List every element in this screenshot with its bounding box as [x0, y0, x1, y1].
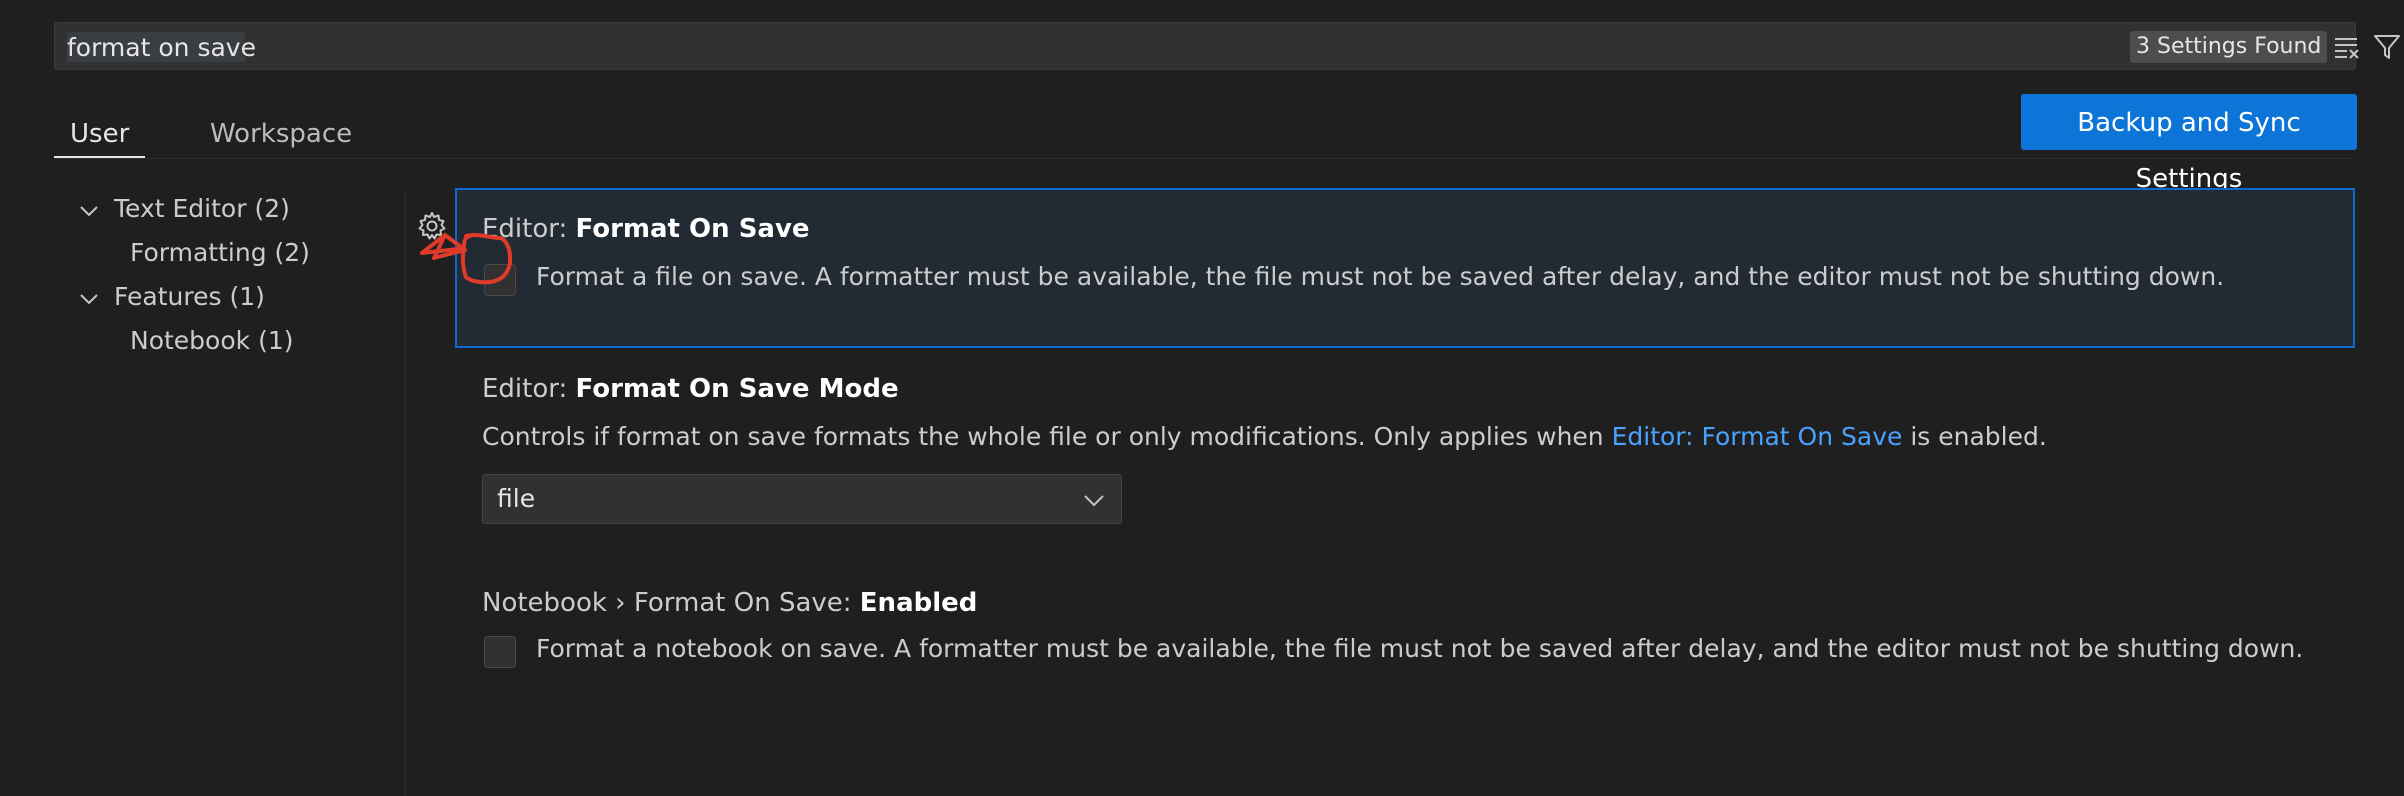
tab-user[interactable]: User — [54, 112, 146, 158]
chevron-down-icon[interactable] — [78, 200, 100, 222]
setting-name: Enabled — [859, 588, 978, 618]
description-text: Controls if format on save formats the w… — [482, 422, 1612, 451]
clear-filter-icon[interactable] — [2333, 33, 2361, 61]
settings-found-badge: 3 Settings Found — [2130, 31, 2328, 63]
toc-divider — [405, 188, 406, 796]
chevron-down-icon[interactable] — [78, 288, 100, 310]
backup-and-sync-button[interactable]: Backup and Sync Settings — [2021, 94, 2357, 194]
setting-description: Format a file on save. A formatter must … — [536, 262, 2225, 291]
setting-title: Notebook › Format On Save: Enabled — [482, 588, 977, 618]
gear-icon[interactable] — [416, 210, 448, 242]
toc-item-notebook[interactable]: Notebook (1) — [130, 326, 293, 355]
toc-item-formatting[interactable]: Formatting (2) — [130, 238, 310, 267]
settings-search-box[interactable]: 3 Settings Found — [54, 22, 2400, 70]
setting-name: Format On Save Mode — [575, 374, 899, 404]
toc-item-text-editor[interactable]: Text Editor (2) — [114, 194, 290, 223]
setting-description: Format a notebook on save. A formatter m… — [536, 634, 2304, 663]
setting-description: Controls if format on save formats the w… — [482, 422, 2047, 451]
settings-scope-tabs: User Workspace — [54, 102, 2356, 159]
setting-category: Editor: — [482, 214, 576, 244]
setting-name: Format On Save — [575, 214, 810, 244]
select-value: file — [497, 484, 536, 513]
tab-workspace[interactable]: Workspace — [194, 112, 368, 156]
setting-category: Editor: — [482, 374, 576, 404]
setting-title: Editor: Format On Save — [482, 214, 810, 244]
filter-icon[interactable] — [2373, 33, 2401, 61]
notebook-format-on-save-checkbox[interactable] — [484, 636, 516, 668]
setting-category: Notebook › Format On Save: — [482, 588, 860, 618]
chevron-down-icon — [1084, 495, 1104, 507]
setting-title: Editor: Format On Save Mode — [482, 374, 899, 404]
description-text: is enabled. — [1902, 422, 2047, 451]
settings-search-input[interactable] — [67, 32, 1267, 62]
setting-link[interactable]: Editor: Format On Save — [1612, 422, 1903, 451]
format-on-save-mode-select[interactable]: file — [482, 474, 1122, 524]
format-on-save-checkbox[interactable] — [484, 264, 516, 296]
toc-item-features[interactable]: Features (1) — [114, 282, 265, 311]
